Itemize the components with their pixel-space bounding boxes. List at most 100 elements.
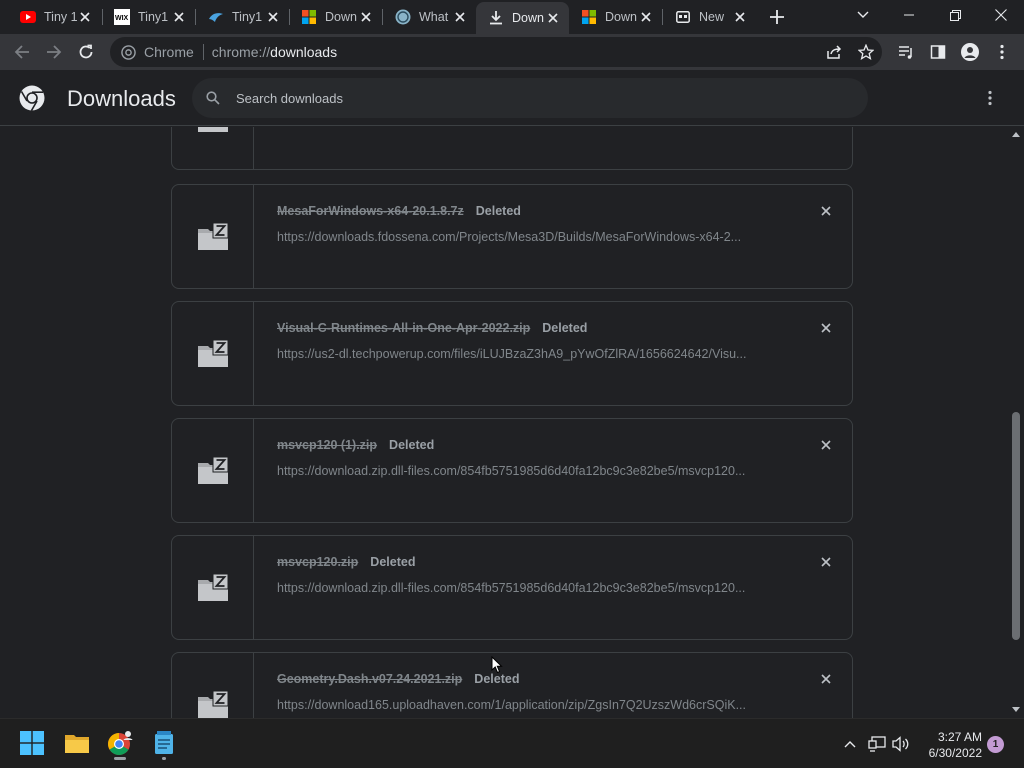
profile-button[interactable] xyxy=(956,38,984,66)
arrow-left-icon xyxy=(14,45,29,59)
forward-button[interactable] xyxy=(40,38,68,66)
close-icon xyxy=(821,323,831,333)
notification-badge[interactable]: 1 xyxy=(987,736,1004,753)
archive-file-icon xyxy=(197,573,228,601)
close-icon[interactable] xyxy=(171,9,187,25)
download-name-row: msvcp120.zip Deleted xyxy=(277,555,415,569)
close-icon[interactable] xyxy=(452,9,468,25)
tab-1[interactable]: WIX Tiny1 xyxy=(102,4,195,30)
reload-button[interactable] xyxy=(72,38,100,66)
file-name-link[interactable]: msvcp120 (1).zip xyxy=(277,438,377,452)
minimize-button[interactable] xyxy=(886,0,932,30)
download-item: MesaForWindows-x64-20.1.8.7z Deleted htt… xyxy=(171,184,853,289)
tab-title: Down xyxy=(605,10,637,24)
scroll-up-arrow-icon[interactable] xyxy=(1012,131,1020,139)
close-icon[interactable] xyxy=(77,9,93,25)
tab-title: Down xyxy=(512,11,544,25)
download-status: Deleted xyxy=(474,672,520,686)
start-button[interactable] xyxy=(15,726,49,760)
download-url[interactable]: https://us2-dl.techpowerup.com/files/iLU… xyxy=(277,347,777,361)
tab-5-active[interactable]: Down xyxy=(476,2,569,34)
file-name-link[interactable]: Geometry.Dash.v07.24.2021.zip xyxy=(277,672,462,686)
restore-button[interactable] xyxy=(932,0,978,30)
back-button[interactable] xyxy=(8,38,36,66)
microsoft-icon xyxy=(301,9,317,25)
taskbar-notepad[interactable] xyxy=(147,726,181,760)
address-bar[interactable]: Chrome chrome:// downloads xyxy=(110,37,882,67)
archive-file-icon xyxy=(197,339,228,367)
tab-0[interactable]: Tiny 1 xyxy=(8,4,101,30)
close-icon[interactable] xyxy=(638,9,654,25)
taskbar-chrome[interactable] xyxy=(103,726,137,760)
download-url[interactable]: https://downloads.fdossena.com/Projects/… xyxy=(277,230,777,244)
download-name-row: msvcp120 (1).zip Deleted xyxy=(277,438,434,452)
close-icon[interactable] xyxy=(545,10,561,26)
kebab-menu-icon xyxy=(988,90,992,106)
download-url[interactable]: https://download.zip.dll-files.com/854fb… xyxy=(277,464,777,478)
close-icon[interactable] xyxy=(265,9,281,25)
file-icon-column xyxy=(172,127,254,169)
remove-download-button[interactable] xyxy=(818,554,834,570)
tab-strip: Tiny 1 WIX Tiny1 Tiny1 Down What Down Do… xyxy=(0,0,1024,34)
close-icon[interactable] xyxy=(358,9,374,25)
volume-button[interactable] xyxy=(892,735,910,753)
network-icon xyxy=(868,736,886,752)
download-status: Deleted xyxy=(542,321,588,335)
file-name-link[interactable]: msvcp120.zip xyxy=(277,555,358,569)
archive-file-icon xyxy=(197,127,228,132)
remove-download-button[interactable] xyxy=(818,437,834,453)
tab-7[interactable]: New xyxy=(663,4,756,30)
download-status: Deleted xyxy=(389,438,435,452)
clock-time: 3:27 AM xyxy=(937,730,982,744)
scroll-down-arrow-icon[interactable] xyxy=(1012,705,1020,713)
close-icon[interactable] xyxy=(732,9,748,25)
new-tab-button[interactable] xyxy=(766,6,788,28)
download-item: msvcp120 (1).zip Deleted https://downloa… xyxy=(171,418,853,523)
volume-icon xyxy=(892,736,909,752)
file-name-link[interactable]: MesaForWindows-x64-20.1.8.7z xyxy=(277,204,464,218)
scrollbar-thumb[interactable] xyxy=(1012,412,1020,640)
show-hidden-icons-button[interactable] xyxy=(841,735,859,753)
chevron-down-icon xyxy=(857,11,869,18)
media-queue-icon xyxy=(899,46,912,59)
remove-download-button[interactable] xyxy=(818,320,834,336)
close-window-button[interactable] xyxy=(978,0,1024,30)
close-icon xyxy=(821,674,831,684)
download-status: Deleted xyxy=(370,555,416,569)
tab-2[interactable]: Tiny1 xyxy=(196,4,289,30)
reload-icon xyxy=(79,44,93,59)
network-button[interactable] xyxy=(868,735,886,753)
download-url[interactable]: https://download165.uploadhaven.com/1/ap… xyxy=(277,698,777,712)
download-icon xyxy=(488,10,504,26)
bookmark-button[interactable] xyxy=(852,38,880,66)
downloads-menu-button[interactable] xyxy=(978,86,1002,110)
file-name-link[interactable]: Visual-C-Runtimes-All-in-One-Apr-2022.zi… xyxy=(277,321,530,335)
taskbar-clock[interactable]: 3:27 AM 6/30/2022 xyxy=(916,729,982,761)
search-input[interactable] xyxy=(236,90,836,106)
chevron-up-icon xyxy=(844,741,856,748)
downloads-header: Downloads xyxy=(0,70,1024,126)
side-panel-button[interactable] xyxy=(924,38,952,66)
remove-download-button[interactable] xyxy=(818,671,834,687)
chrome-icon xyxy=(108,731,133,755)
url-scheme: chrome:// xyxy=(211,44,271,60)
chrome-site-icon xyxy=(120,44,136,60)
tab-4[interactable]: What xyxy=(383,4,476,30)
chrome-logo-icon xyxy=(19,85,45,111)
taskbar-file-explorer[interactable] xyxy=(60,726,94,760)
page-scrollbar[interactable] xyxy=(1008,127,1024,718)
tab-search-button[interactable] xyxy=(840,0,886,30)
whatsapp-icon xyxy=(395,9,411,25)
download-item: msvcp120.zip Deleted https://download.zi… xyxy=(171,535,853,640)
tab-6[interactable]: Down xyxy=(569,4,662,30)
search-box[interactable] xyxy=(192,78,868,118)
remove-download-button[interactable] xyxy=(818,203,834,219)
share-button[interactable] xyxy=(820,38,848,66)
tab-3[interactable]: Down xyxy=(289,4,382,30)
download-url[interactable]: https://download.zip.dll-files.com/854fb… xyxy=(277,581,777,595)
share-icon xyxy=(827,45,842,59)
plus-icon xyxy=(770,10,784,24)
media-controls-button[interactable] xyxy=(892,38,920,66)
download-status: Deleted xyxy=(475,204,521,218)
chrome-menu-button[interactable] xyxy=(988,38,1016,66)
